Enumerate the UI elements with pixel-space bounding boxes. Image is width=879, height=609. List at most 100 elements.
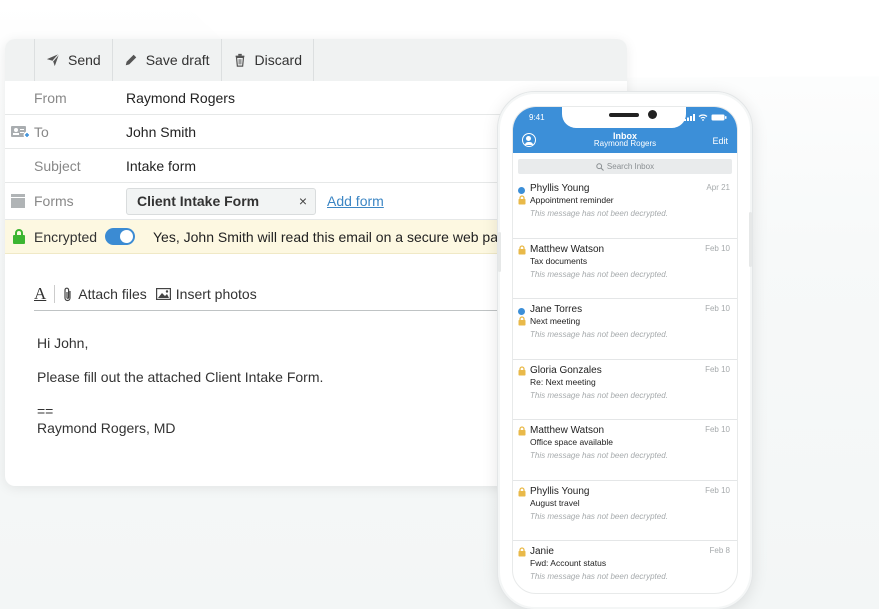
lock-icon <box>13 229 25 244</box>
image-icon <box>155 288 171 300</box>
message-sender: Jane Torres <box>530 304 583 315</box>
message-subject: Office space available <box>530 437 614 447</box>
message-sender: Matthew Watson <box>530 425 605 436</box>
signature-separator: == <box>37 403 54 419</box>
lock-icon <box>518 486 526 496</box>
signal-icon <box>684 114 695 121</box>
from-value[interactable]: Raymond Rogers <box>126 90 235 106</box>
encryption-message: Yes, John Smith will read this email on … <box>153 228 498 245</box>
trash-icon <box>235 53 244 67</box>
save-draft-label: Save draft <box>145 52 210 68</box>
message-subject: Next meeting <box>530 316 581 326</box>
search-wrap: Search Inbox <box>513 153 737 178</box>
message-sender: Gloria Gonzales <box>530 364 602 376</box>
inbox-message-item[interactable]: Jane Torres Next meeting This message has … <box>513 299 737 360</box>
battery-icon <box>711 114 727 121</box>
search-placeholder: Search Inbox <box>606 162 655 171</box>
lock-icon <box>518 244 526 254</box>
attach-files-button[interactable]: Attach files <box>63 286 147 302</box>
message-date: Feb 10 <box>705 364 730 374</box>
message-date: Feb 10 <box>705 485 730 495</box>
message-subject: Fwd: Account status <box>530 558 607 568</box>
message-subject: Tax documents <box>530 255 588 266</box>
lock-icon <box>518 365 526 375</box>
format-divider <box>54 285 56 303</box>
message-preview: This message has not been decrypted. <box>530 511 668 521</box>
text-format-button[interactable]: A <box>34 284 46 304</box>
inbox-message-item[interactable]: Phyllis Young Appointment reminder This me… <box>513 178 737 239</box>
form-chip[interactable]: Client Intake Form × <box>126 187 316 215</box>
discard-label: Discard <box>254 52 302 68</box>
message-date: Feb 10 <box>705 425 730 434</box>
message-preview: This message has not been decrypted. <box>530 269 668 279</box>
paperclip-icon <box>64 287 71 301</box>
message-sender: Matthew Watson <box>530 243 605 255</box>
status-icons <box>684 114 727 121</box>
lock-icon <box>518 426 526 436</box>
message-date: Feb 8 <box>709 546 730 555</box>
status-time: 9:41 <box>529 113 545 122</box>
message-preview: This message has not been decrypted. <box>530 330 668 339</box>
body-greeting: Hi John, <box>37 335 89 351</box>
unread-dot-icon <box>518 308 525 315</box>
phone-screen: 9:41 Inbox Raymond Rogers Edit Search In… <box>512 106 738 594</box>
send-button[interactable]: Send <box>34 39 112 81</box>
speaker <box>609 113 639 117</box>
add-contact-icon[interactable] <box>11 125 31 139</box>
forms-icon <box>11 194 25 208</box>
message-preview: This message has not been decrypted. <box>530 572 668 581</box>
side-button-left <box>498 232 501 272</box>
lock-icon <box>518 547 526 557</box>
edit-button[interactable]: Edit <box>712 136 728 146</box>
unread-dot-icon <box>518 187 525 194</box>
search-icon <box>596 162 604 171</box>
side-button-right <box>749 212 752 267</box>
encryption-toggle[interactable] <box>105 228 135 245</box>
phone-mockup: 9:41 Inbox Raymond Rogers Edit Search In… <box>497 91 753 609</box>
message-preview: This message has not been decrypted. <box>530 209 668 218</box>
inbox-search[interactable]: Search Inbox <box>518 159 732 174</box>
message-preview: This message has not been decrypted. <box>530 390 668 400</box>
save-draft-button[interactable]: Save draft <box>111 39 221 81</box>
message-sender: Phyllis Young <box>530 485 590 497</box>
message-list: Phyllis Young Appointment reminder This me… <box>513 178 737 593</box>
to-value[interactable]: John Smith <box>126 124 196 140</box>
lock-icon <box>518 195 526 205</box>
message-date: Feb 10 <box>705 243 730 253</box>
insert-photos-button[interactable]: Insert photos <box>155 286 257 302</box>
subject-value[interactable]: Intake form <box>126 158 196 174</box>
body-line: Please fill out the attached Client Inta… <box>37 369 324 385</box>
add-form-link[interactable]: Add form <box>327 193 384 209</box>
inbox-message-item[interactable]: Janie Fwd: Account status This message has… <box>513 541 737 593</box>
message-date: Apr 21 <box>706 183 730 192</box>
inbox-subtitle: Raymond Rogers <box>593 139 657 148</box>
form-chip-label: Client Intake Form <box>137 193 260 209</box>
message-subject: Re: Next meeting <box>530 376 596 387</box>
send-icon <box>46 53 60 67</box>
discard-button[interactable]: Discard <box>220 39 314 81</box>
subject-label: Subject <box>34 157 81 174</box>
message-sender: Janie <box>530 546 554 557</box>
lock-icon <box>518 316 526 326</box>
camera <box>648 110 657 119</box>
attach-files-label: Attach files <box>78 286 147 302</box>
message-date: Feb 10 <box>705 304 730 313</box>
phone-notch <box>562 107 686 128</box>
insert-photos-label: Insert photos <box>175 286 257 302</box>
wifi-icon <box>698 114 708 121</box>
message-body[interactable]: Hi John, Please fill out the attached Cl… <box>37 335 323 454</box>
inbox-message-item[interactable]: Matthew Watson Office space available This… <box>513 420 737 481</box>
inbox-message-item[interactable]: Matthew Watson Tax documents This message … <box>513 239 737 299</box>
inbox-message-item[interactable]: Gloria Gonzales Re: Next meeting This mess… <box>513 360 737 420</box>
signature: Raymond Rogers, MD <box>37 420 176 436</box>
send-label: Send <box>68 52 101 68</box>
message-subject: Appointment reminder <box>530 195 614 205</box>
remove-form-icon[interactable]: × <box>299 193 307 209</box>
inbox-header: 9:41 Inbox Raymond Rogers Edit <box>513 107 737 153</box>
compose-toolbar: Send Save draft Discard <box>5 39 627 81</box>
inbox-message-item[interactable]: Phyllis Young August travel This message h… <box>513 481 737 541</box>
toggle-knob <box>120 230 133 243</box>
message-subject: August travel <box>530 497 580 508</box>
message-preview: This message has not been decrypted. <box>530 451 668 460</box>
from-label: From <box>34 89 67 106</box>
